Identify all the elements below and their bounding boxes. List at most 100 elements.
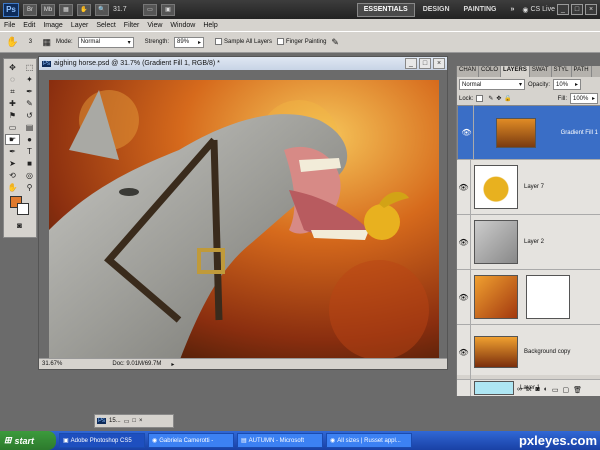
doc-minimize-button[interactable]: _ — [405, 58, 417, 69]
link-icon[interactable]: ∞ — [517, 386, 522, 394]
tab-swatches[interactable]: SWAT — [530, 66, 552, 77]
maximize-icon[interactable]: □ — [132, 418, 136, 424]
workspace-essentials[interactable]: ESSENTIALS — [356, 2, 415, 17]
3d-orbit-tool-icon[interactable]: ◎ — [22, 170, 37, 181]
marquee-tool-icon[interactable]: ⬚ — [22, 62, 37, 73]
tab-paths[interactable]: PATH — [572, 66, 592, 77]
bridge-icon[interactable]: Br — [23, 3, 37, 16]
clone-stamp-tool-icon[interactable]: ⚑ — [5, 110, 20, 121]
zoom-level[interactable]: 31.7 — [113, 6, 139, 13]
tab-channels[interactable]: CHAN — [457, 66, 480, 77]
canvas-area[interactable] — [39, 70, 447, 360]
document-title-bar[interactable]: Ps aighing horse.psd @ 31.7% (Gradient F… — [39, 57, 447, 70]
lock-move-icon[interactable]: ✥ — [496, 95, 501, 102]
opacity-field[interactable]: 10% ▸ — [553, 79, 582, 90]
smudge-tool-button-icon[interactable]: ☛ — [5, 134, 20, 145]
move-tool-icon[interactable]: ✥ — [5, 62, 20, 73]
menu-view[interactable]: View — [147, 22, 162, 29]
fx-icon[interactable]: fx — [526, 386, 531, 394]
path-select-tool-icon[interactable]: ➤ — [5, 158, 20, 169]
status-arrow-icon[interactable]: ▸ — [171, 361, 174, 368]
brush-panel-icon[interactable]: ▦ — [42, 37, 51, 48]
finger-painting-checkbox[interactable] — [277, 38, 285, 46]
layer-name[interactable]: Background copy — [524, 349, 570, 355]
lasso-tool-icon[interactable]: ◌ — [5, 74, 20, 85]
workspace-more[interactable]: » — [504, 3, 520, 17]
menu-edit[interactable]: Edit — [23, 22, 35, 29]
layer-name[interactable]: Layer 7 — [524, 184, 544, 190]
arrange-icon[interactable]: ▭ — [143, 3, 157, 16]
mode-select[interactable]: Normal ▾ — [77, 36, 134, 48]
healing-tool-icon[interactable]: ✚ — [5, 98, 20, 109]
eye-icon[interactable]: 👁 — [457, 159, 471, 215]
close-icon[interactable]: × — [139, 418, 143, 424]
smudge-tool-icon[interactable]: ✋ — [6, 37, 18, 48]
eraser-tool-icon[interactable]: ▭ — [5, 122, 20, 133]
cs-live-button[interactable]: ◉ CS Live — [522, 6, 555, 14]
layer-row[interactable]: 👁 Gradient Fill 1 — [457, 105, 600, 160]
brush-size-value[interactable]: 3 — [23, 39, 37, 45]
menu-help[interactable]: Help — [203, 22, 217, 29]
tab-layers[interactable]: LAYERS — [501, 66, 530, 77]
type-tool-icon[interactable]: T — [22, 146, 37, 157]
eye-icon[interactable]: 👁 — [457, 324, 471, 380]
layer-row[interactable]: 👁 Layer 2 — [457, 214, 600, 270]
3d-rotate-tool-icon[interactable]: ⟲ — [5, 170, 20, 181]
eye-icon[interactable]: 👁 — [460, 105, 474, 160]
menu-filter[interactable]: Filter — [124, 22, 140, 29]
maximize-button[interactable]: □ — [571, 4, 583, 15]
mask-icon[interactable]: ◙ — [535, 386, 539, 394]
layer-row[interactable]: 👁 Background copy — [457, 324, 600, 380]
taskbar-item-browser[interactable]: ◉ Gabriela Camerotti - — [148, 433, 234, 448]
taskbar-item-flickr[interactable]: ◉ All sizes | Russet appl... — [326, 433, 412, 448]
folder-icon[interactable]: ▭ — [552, 386, 559, 394]
sample-all-layers-checkbox[interactable] — [215, 38, 223, 46]
grid-icon[interactable]: ▦ — [59, 3, 73, 16]
tablet-pressure-icon[interactable]: ✎ — [331, 37, 339, 48]
taskbar-item-photoshop[interactable]: ▣ Adobe Photoshop CS5 — [59, 433, 145, 448]
menu-window[interactable]: Window — [170, 22, 195, 29]
lock-paint-icon[interactable]: ✎ — [488, 95, 493, 102]
menu-layer[interactable]: Layer — [71, 22, 89, 29]
zoom-tool-icon[interactable]: ⚲ — [22, 182, 37, 193]
hand-tool-icon[interactable]: ✋ — [5, 182, 20, 193]
image-canvas[interactable] — [49, 80, 439, 360]
adjustment-icon[interactable]: ◐ — [544, 386, 548, 394]
eye-icon[interactable]: 👁 — [457, 214, 471, 270]
start-button[interactable]: ⊞ start — [0, 431, 56, 450]
workspace-design[interactable]: DESIGN — [417, 3, 456, 17]
restore-icon[interactable]: ▭ — [124, 418, 130, 425]
pen-tool-icon[interactable]: ✒ — [5, 146, 20, 157]
hand-icon[interactable]: ✋ — [77, 3, 91, 16]
zoom-icon[interactable]: 🔍 — [95, 3, 109, 16]
close-button[interactable]: × — [585, 4, 597, 15]
doc-close-button[interactable]: × — [433, 58, 445, 69]
minimized-document[interactable]: Ps 15... ▭ □ × — [94, 414, 174, 428]
gradient-tool-icon[interactable]: ▤ — [22, 122, 37, 133]
quick-select-tool-icon[interactable]: ✦ — [22, 74, 37, 85]
finger-painting-option[interactable]: Finger Painting — [277, 38, 326, 46]
minibridge-icon[interactable]: Mb — [41, 3, 55, 16]
workspace-painting[interactable]: PAINTING — [458, 3, 503, 17]
doc-restore-button[interactable]: □ — [419, 58, 431, 69]
history-brush-tool-icon[interactable]: ↺ — [22, 110, 37, 121]
strength-field[interactable]: 89% ▸ — [174, 36, 205, 48]
menu-image[interactable]: Image — [43, 22, 62, 29]
background-color-swatch[interactable] — [17, 203, 29, 215]
screen-mode-icon[interactable]: ▣ — [161, 3, 175, 16]
eye-icon[interactable]: 👁 — [457, 269, 471, 325]
fill-field[interactable]: 100% ▸ — [570, 93, 598, 104]
lock-all-icon[interactable]: 🔒 — [504, 95, 511, 102]
layer-name[interactable]: Layer 2 — [524, 239, 544, 245]
eye-slot[interactable] — [457, 380, 471, 396]
tab-color[interactable]: COLO — [479, 66, 502, 77]
quick-mask-icon[interactable]: ◙ — [12, 220, 27, 231]
tab-styles[interactable]: STYL — [552, 66, 572, 77]
blend-mode-select[interactable]: Normal ▾ — [459, 79, 525, 90]
layer-row[interactable]: 👁 Layer 7 — [457, 159, 600, 215]
sample-all-layers-option[interactable]: Sample All Layers — [215, 38, 272, 46]
status-zoom[interactable]: 31.67% — [42, 361, 62, 367]
eyedropper-tool-icon[interactable]: ✒ — [22, 86, 37, 97]
taskbar-item-word[interactable]: ▤ AUTUMN - Microsoft — [237, 433, 323, 448]
new-layer-icon[interactable]: ▢ — [563, 386, 570, 394]
